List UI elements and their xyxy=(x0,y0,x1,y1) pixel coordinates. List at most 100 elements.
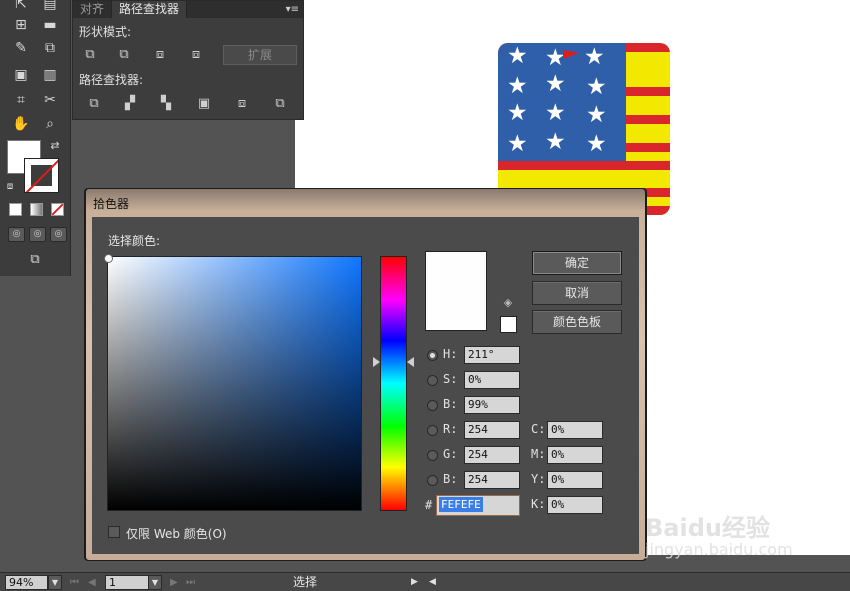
saturation-brightness-field[interactable] xyxy=(107,256,362,511)
hue-radio[interactable] xyxy=(427,350,438,361)
default-colors-icon[interactable]: ⧈ xyxy=(0,177,20,197)
draw-behind-button[interactable]: ◎ xyxy=(29,227,46,242)
minus-front-icon[interactable]: ⧉ xyxy=(113,46,135,64)
artboard-field[interactable]: 1 xyxy=(105,575,149,590)
blue-input[interactable]: 254 xyxy=(464,471,520,489)
green-input[interactable]: 254 xyxy=(464,446,520,464)
first-artboard-icon[interactable]: ⏮ xyxy=(70,575,79,590)
status-text[interactable]: 选择 xyxy=(205,575,405,590)
prev-artboard-icon[interactable]: ◀ xyxy=(88,575,96,590)
color-mode-button[interactable] xyxy=(9,203,22,216)
star-icon: ★ xyxy=(586,131,607,157)
red-radio[interactable] xyxy=(427,425,438,436)
none-mode-button[interactable] xyxy=(51,203,64,216)
crop-icon[interactable]: ▣ xyxy=(193,95,215,113)
brightness-radio[interactable] xyxy=(427,400,438,411)
ok-button[interactable]: 确定 xyxy=(532,251,622,275)
web-colors-only-label: 仅限 Web 颜色(O) xyxy=(126,527,227,541)
draw-inside-button[interactable]: ◎ xyxy=(50,227,67,242)
shape-builder-icon[interactable]: ⊞ xyxy=(10,15,32,35)
color-swatches-button[interactable]: 颜色色板 xyxy=(532,310,622,334)
tab-pathfinder[interactable]: 路径查找器 xyxy=(112,1,188,18)
zoom-field[interactable]: 94% xyxy=(5,575,48,590)
web-safe-swatch[interactable] xyxy=(500,316,517,333)
draw-normal-button[interactable]: ◎ xyxy=(8,227,25,242)
star-icon: ★ xyxy=(545,129,566,155)
cyan-input[interactable]: 0% xyxy=(547,421,603,439)
red-input[interactable]: 254 xyxy=(464,421,520,439)
next-artboard-icon[interactable]: ▶ xyxy=(170,575,178,590)
selection-tool-icon[interactable]: ⇱ xyxy=(10,0,32,14)
hex-label: # xyxy=(425,498,433,512)
status-menu-arrow-icon[interactable]: ▶ xyxy=(411,575,418,590)
star-icon: ★ xyxy=(507,73,528,99)
eyedropper-tool-icon[interactable]: ✎ xyxy=(10,38,32,58)
pathfinders-label: 路径查找器: xyxy=(79,73,144,87)
hex-value: FEFEFE xyxy=(439,497,483,512)
hue-input[interactable]: 211° xyxy=(464,346,520,364)
hue-slider[interactable] xyxy=(380,256,407,511)
merge-icon[interactable]: ▚ xyxy=(155,95,177,113)
color-field-marker[interactable] xyxy=(104,254,113,263)
select-color-label: 选择颜色: xyxy=(108,234,161,248)
blend-tool-icon[interactable]: ⧉ xyxy=(39,38,61,58)
web-safe-cube-icon[interactable]: ◈ xyxy=(502,297,514,309)
symbol-sprayer-icon[interactable]: ▣ xyxy=(10,65,32,85)
hex-input[interactable]: FEFEFE xyxy=(436,495,520,516)
divide-icon[interactable]: ⧉ xyxy=(83,95,105,113)
artboard-tool-icon[interactable]: ⌗ xyxy=(10,90,32,110)
cyan-label: C: xyxy=(531,422,546,436)
hue-slider-left-arrow[interactable] xyxy=(373,357,380,367)
tab-align[interactable]: 对齐 xyxy=(73,1,113,18)
watermark-url: jingyan.baidu.com xyxy=(645,540,793,559)
minus-back-icon[interactable]: ⧉ xyxy=(269,95,291,113)
scroll-left-icon[interactable]: ◀ xyxy=(429,575,436,590)
column-graph-icon[interactable]: ▥ xyxy=(39,65,61,85)
yellow-input[interactable]: 0% xyxy=(547,471,603,489)
yellow-label: Y: xyxy=(531,472,546,486)
brightness-input[interactable]: 99% xyxy=(464,396,520,414)
dialog-title[interactable]: 拾色器 xyxy=(93,195,129,212)
gradient-mode-button[interactable] xyxy=(30,203,43,216)
flag-canton: ★ ★ ★ ★ ★ ★ ★ ★ ★ ★ ★ ★ xyxy=(498,43,626,161)
hue-label: H: xyxy=(443,347,458,361)
red-pennant-shape[interactable] xyxy=(563,50,579,59)
new-color-preview xyxy=(425,251,487,331)
magenta-input[interactable]: 0% xyxy=(547,446,603,464)
screen-mode-icon[interactable]: ⧉ xyxy=(24,250,46,270)
stroke-color-swatch[interactable] xyxy=(24,158,59,193)
black-label: K: xyxy=(531,497,546,511)
hue-slider-right-arrow[interactable] xyxy=(407,357,414,367)
green-radio[interactable] xyxy=(427,450,438,461)
expand-button[interactable]: 扩展 xyxy=(223,45,297,65)
flag-stripe xyxy=(498,161,670,170)
green-label: G: xyxy=(443,447,458,461)
exclude-icon[interactable]: ⧈ xyxy=(185,46,207,64)
saturation-radio[interactable] xyxy=(427,375,438,386)
unite-icon[interactable]: ⧉ xyxy=(79,46,101,64)
blue-radio[interactable] xyxy=(427,475,438,486)
panel-tabs: 对齐 路径查找器 ▾≡ xyxy=(73,1,303,18)
gradient-tool-icon[interactable]: ▬ xyxy=(39,15,61,35)
tools-panel: ⇱ ▤ ⊞ ▬ ✎ ⧉ ▣ ▥ ⌗ ✂ ✋ ⌕ ⇄ ⧈ ◎ ◎ ◎ ⧉ xyxy=(0,0,71,276)
cancel-button[interactable]: 取消 xyxy=(532,281,622,305)
panel-menu-icon[interactable]: ▾≡ xyxy=(286,2,299,17)
hand-tool-icon[interactable]: ✋ xyxy=(10,114,32,134)
slice-tool-icon[interactable]: ✂ xyxy=(39,90,61,110)
magenta-label: M: xyxy=(531,447,546,461)
intersect-icon[interactable]: ⧈ xyxy=(149,46,171,64)
star-icon: ★ xyxy=(545,71,566,97)
web-colors-only-checkbox[interactable] xyxy=(108,526,120,538)
artboard-dropdown-icon[interactable]: ▼ xyxy=(148,575,162,590)
zoom-dropdown-icon[interactable]: ▼ xyxy=(48,575,62,590)
saturation-label: S: xyxy=(443,372,458,386)
swap-colors-icon[interactable]: ⇄ xyxy=(44,136,66,156)
saturation-input[interactable]: 0% xyxy=(464,371,520,389)
zoom-tool-icon[interactable]: ⌕ xyxy=(39,114,61,134)
black-input[interactable]: 0% xyxy=(547,496,603,514)
star-icon: ★ xyxy=(584,44,605,70)
outline-icon[interactable]: ⧈ xyxy=(231,95,253,113)
last-artboard-icon[interactable]: ⏭ xyxy=(186,575,195,590)
graph-tool-icon[interactable]: ▤ xyxy=(39,0,61,14)
trim-icon[interactable]: ▞ xyxy=(119,95,141,113)
